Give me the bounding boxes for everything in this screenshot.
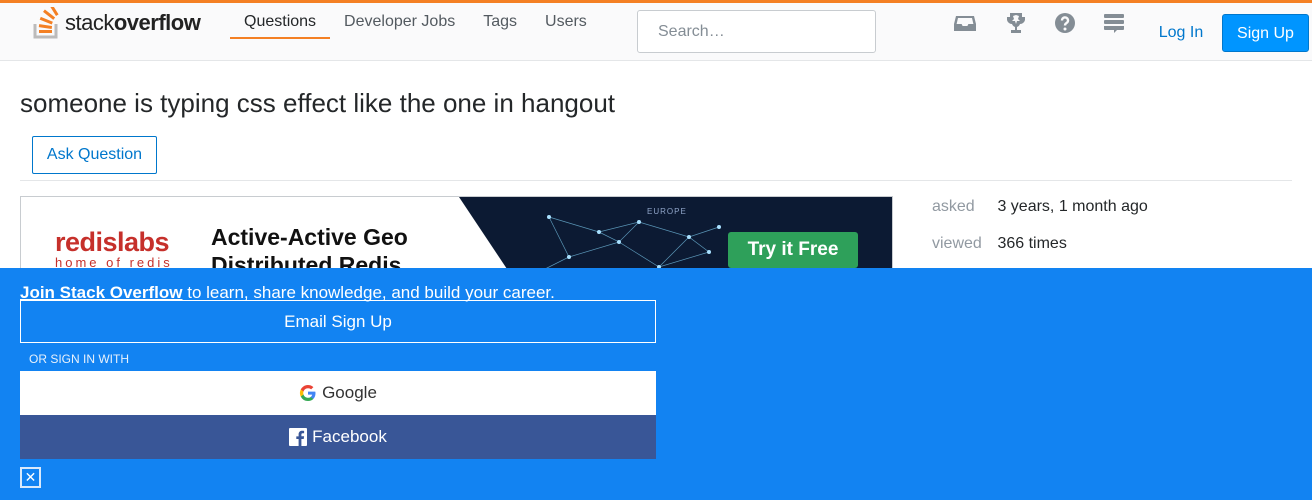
facebook-label: Facebook bbox=[312, 427, 387, 446]
ask-question-button[interactable]: Ask Question bbox=[32, 136, 157, 174]
viewed-label: viewed bbox=[932, 235, 982, 252]
inbox-icon[interactable] bbox=[953, 11, 977, 35]
question-title[interactable]: someone is typing css effect like the on… bbox=[20, 88, 615, 119]
main-nav: Questions Developer Jobs Tags Users bbox=[230, 3, 601, 61]
email-signup-button[interactable]: Email Sign Up bbox=[20, 300, 656, 343]
signup-button[interactable]: Sign Up bbox=[1222, 14, 1309, 52]
ad-brand: redislabs bbox=[55, 227, 170, 257]
facebook-signin-button[interactable]: Facebook bbox=[20, 415, 656, 459]
logo-text: stackoverflow bbox=[65, 10, 201, 35]
divider bbox=[20, 180, 1292, 181]
google-label: Google bbox=[322, 383, 377, 402]
facebook-icon bbox=[289, 428, 308, 446]
search-input[interactable] bbox=[637, 10, 876, 53]
nav-tags[interactable]: Tags bbox=[469, 5, 531, 39]
top-bar: stackoverflow Questions Developer Jobs T… bbox=[0, 0, 1312, 61]
viewed-meta: viewed 366 times bbox=[932, 235, 1067, 253]
google-signin-button[interactable]: Google bbox=[20, 371, 656, 415]
help-icon[interactable] bbox=[1053, 11, 1077, 35]
login-link[interactable]: Log In bbox=[1148, 15, 1214, 51]
ad-try-free-button[interactable]: Try it Free bbox=[728, 232, 858, 268]
asked-label: asked bbox=[932, 198, 975, 215]
stack-logo-icon bbox=[33, 7, 59, 39]
signup-banner: Join Stack Overflow to learn, share know… bbox=[0, 268, 1312, 500]
google-icon bbox=[300, 384, 316, 402]
asked-value[interactable]: 3 years, 1 month ago bbox=[997, 198, 1147, 215]
ad-map-label: EUROPE bbox=[647, 207, 687, 216]
nav-developer-jobs[interactable]: Developer Jobs bbox=[330, 5, 469, 39]
close-banner-button[interactable]: ✕ bbox=[20, 467, 41, 488]
stackoverflow-logo[interactable]: stackoverflow bbox=[32, 5, 201, 41]
viewed-value: 366 times bbox=[997, 235, 1067, 252]
nav-users[interactable]: Users bbox=[531, 5, 601, 39]
nav-questions[interactable]: Questions bbox=[230, 5, 331, 39]
asked-meta: asked 3 years, 1 month ago bbox=[932, 198, 1148, 216]
stackexchange-icon[interactable] bbox=[1102, 11, 1126, 35]
or-sign-in-label: OR SIGN IN WITH bbox=[29, 352, 129, 366]
achievements-icon[interactable] bbox=[1004, 11, 1028, 35]
